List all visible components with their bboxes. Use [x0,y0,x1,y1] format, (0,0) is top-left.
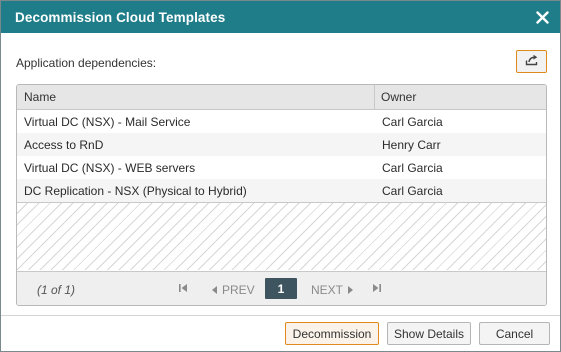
grid-pager: (1 of 1) PREV 1 NEXT [17,271,546,305]
column-header-owner[interactable]: Owner [375,85,546,109]
current-page-button[interactable]: 1 [265,278,297,299]
close-icon[interactable] [533,8,551,26]
row-name: Virtual DC (NSX) - WEB servers [24,160,196,175]
dependencies-label: Application dependencies: [16,56,157,70]
show-details-button[interactable]: Show Details [387,322,471,345]
table-row[interactable]: Virtual DC (NSX) - WEB servers Carl Garc… [17,156,546,179]
table-row[interactable]: Access to RnD Henry Carr [17,133,546,156]
export-icon [525,54,539,69]
prev-page-button[interactable]: PREV [211,283,255,297]
table-row[interactable]: Virtual DC (NSX) - Mail Service Carl Gar… [17,110,546,133]
row-owner: Carl Garcia [382,114,443,129]
cancel-button[interactable]: Cancel [479,322,550,345]
dialog-title: Decommission Cloud Templates [15,9,226,25]
last-page-icon[interactable] [372,282,382,297]
row-owner: Carl Garcia [382,160,443,175]
decommission-button[interactable]: Decommission [285,322,379,345]
page-count: (1 of 1) [37,283,76,297]
row-name: DC Replication - NSX (Physical to Hybrid… [24,183,247,198]
footer-divider [1,315,560,316]
prev-page-label: PREV [222,283,255,297]
table-row[interactable]: DC Replication - NSX (Physical to Hybrid… [17,179,546,202]
row-name: Virtual DC (NSX) - Mail Service [24,114,191,129]
chevron-right-icon [348,286,354,294]
column-header-name[interactable]: Name [17,85,375,109]
chevron-left-icon [212,286,217,294]
first-page-icon[interactable] [178,282,188,297]
dialog-titlebar: Decommission Cloud Templates [1,1,560,33]
grid-header: Name Owner [17,85,546,110]
decommission-dialog: Decommission Cloud Templates Application… [0,0,561,352]
export-button[interactable] [516,50,547,73]
row-owner: Henry Carr [382,137,441,152]
next-page-label: NEXT [311,283,344,297]
dependencies-grid: Name Owner Virtual DC (NSX) - Mail Servi… [16,84,547,306]
next-page-button[interactable]: NEXT [311,283,354,297]
row-name: Access to RnD [24,137,104,152]
empty-grid-area [17,202,546,270]
row-owner: Carl Garcia [382,183,443,198]
